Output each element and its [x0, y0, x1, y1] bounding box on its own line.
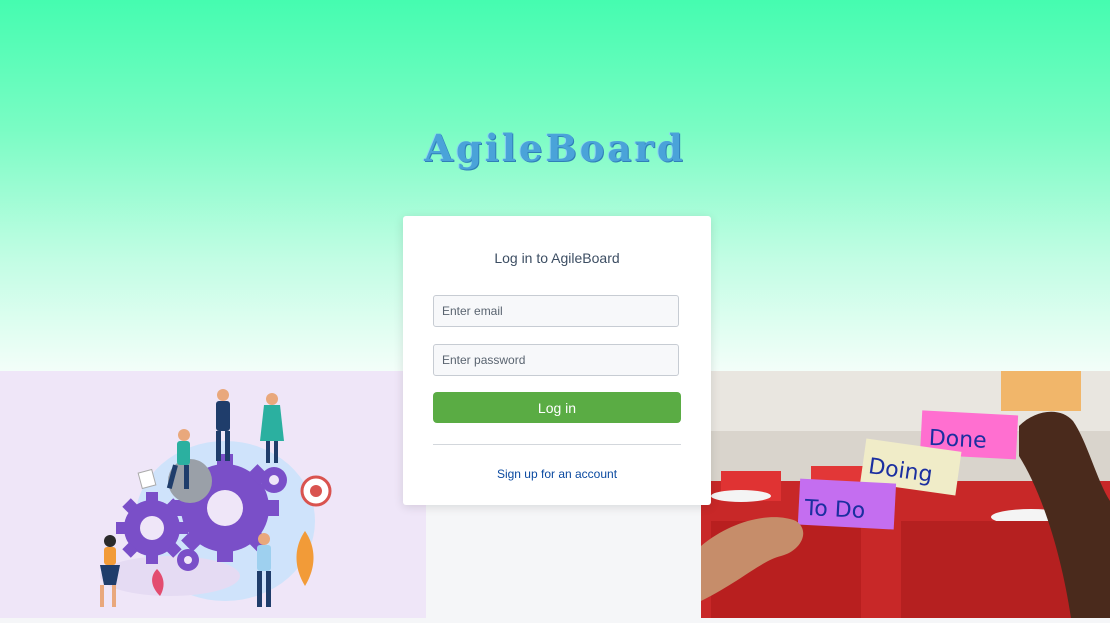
brand-logo: AgileBoard: [424, 126, 686, 170]
password-input[interactable]: [433, 344, 679, 376]
signup-link[interactable]: Sign up for an account: [403, 467, 711, 481]
team-gears-illustration: [0, 371, 426, 618]
divider: [433, 444, 681, 445]
sticky-notes-icon: Done Doing To Do: [701, 371, 1110, 618]
sticky-todo-label: To Do: [803, 496, 866, 524]
login-button[interactable]: Log in: [433, 392, 681, 423]
team-gears-icon: [100, 389, 332, 607]
sticky-notes-photo: Done Doing To Do: [701, 371, 1110, 618]
login-card: Log in to AgileBoard Log in Sign up for …: [403, 216, 711, 505]
login-title: Log in to AgileBoard: [494, 250, 620, 266]
email-input[interactable]: [433, 295, 679, 327]
